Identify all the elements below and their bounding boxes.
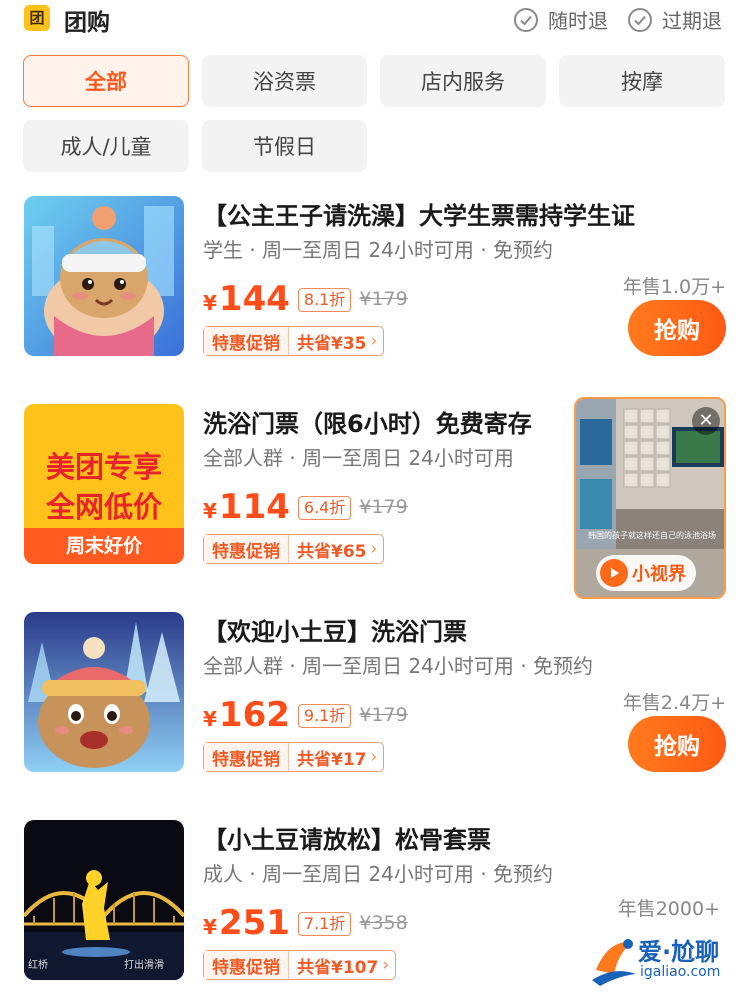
deal-price: 144 bbox=[218, 279, 290, 319]
deal-price: 162 bbox=[218, 695, 290, 735]
price-row: ¥ 251 7.1折 ¥358 bbox=[203, 906, 408, 941]
promo-savings: 共省¥65 bbox=[297, 541, 367, 562]
currency-symbol: ¥ bbox=[203, 915, 217, 939]
site-watermark: 爱·尬聊 igaliao.com bbox=[588, 928, 738, 990]
watermark-text: 爱·尬聊 bbox=[638, 938, 720, 966]
price-row: ¥ 114 6.4折 ¥179 bbox=[203, 490, 408, 525]
deal-card[interactable]: 【公主王子请洗澡】大学生票需持学生证 学生 · 周一至周日 24小时可用 · 免… bbox=[0, 196, 750, 386]
annual-sales: 年售1.0万+ bbox=[622, 276, 726, 298]
filter-chip-bath-ticket[interactable]: 浴资票 bbox=[202, 55, 367, 107]
watermark-logo-icon bbox=[592, 939, 636, 986]
currency-symbol: ¥ bbox=[203, 291, 217, 315]
filter-chip-massage[interactable]: 按摩 bbox=[559, 55, 725, 107]
deal-title[interactable]: 【小土豆请放松】松骨套票 bbox=[203, 820, 491, 855]
currency-symbol: ¥ bbox=[203, 499, 217, 523]
promo-label: 特惠促销 bbox=[204, 951, 289, 979]
deal-thumbnail-night-bridge[interactable]: 红桥 打出滑滑 bbox=[24, 820, 184, 980]
discount-badge: 7.1折 bbox=[297, 912, 352, 936]
promo-tag[interactable]: 特惠促销 共省¥17 › bbox=[203, 742, 385, 772]
deal-meta: 全部人群 · 周一至周日 24小时可用 · 免预约 bbox=[203, 654, 593, 678]
filter-chip-all[interactable]: 全部 bbox=[23, 55, 189, 107]
thumb-caption: 红桥 bbox=[28, 960, 48, 971]
original-price: ¥179 bbox=[359, 704, 408, 726]
promo-savings: 共省¥35 bbox=[297, 333, 367, 354]
buy-now-button[interactable]: 抢购 bbox=[628, 716, 726, 772]
original-price: ¥179 bbox=[359, 288, 408, 310]
promo-tag[interactable]: 特惠促销 共省¥107 › bbox=[203, 950, 397, 980]
original-price: ¥179 bbox=[359, 496, 408, 518]
promo-label: 特惠促销 bbox=[204, 743, 289, 771]
video-caption: 韩国的孩子就这样还自己的泳池浴场 bbox=[588, 531, 716, 540]
promo-label: 特惠促销 bbox=[204, 327, 289, 355]
price-row: ¥ 162 9.1折 ¥179 bbox=[203, 698, 408, 733]
promo-tag[interactable]: 特惠促销 共省¥35 › bbox=[203, 326, 385, 356]
discount-badge: 8.1折 bbox=[297, 288, 352, 312]
deal-thumbnail-promo-banner[interactable]: 美团专享 全网低价 周末好价 bbox=[24, 404, 184, 564]
thumb-line: 周末好价 bbox=[24, 528, 184, 564]
chevron-right-icon: › bbox=[370, 331, 378, 351]
deal-title[interactable]: 【公主王子请洗澡】大学生票需持学生证 bbox=[203, 196, 635, 231]
filter-chip-in-store-service[interactable]: 店内服务 bbox=[380, 55, 546, 107]
thumb-line: 美团专享 bbox=[45, 450, 162, 484]
thumb-line: 全网低价 bbox=[45, 490, 162, 524]
watermark-url: igaliao.com bbox=[640, 964, 721, 980]
deal-price: 114 bbox=[218, 487, 290, 527]
close-icon[interactable]: ✕ bbox=[692, 407, 720, 435]
deal-meta: 学生 · 周一至周日 24小时可用 · 免预约 bbox=[203, 238, 553, 262]
thumb-caption: 打出滑滑 bbox=[124, 960, 164, 971]
annual-sales: 年售2000+ bbox=[617, 898, 720, 920]
deal-meta: 全部人群 · 周一至周日 24小时可用 bbox=[203, 446, 514, 470]
chevron-right-icon: › bbox=[382, 955, 390, 975]
check-circle-icon bbox=[628, 7, 652, 32]
promo-savings: 共省¥107 bbox=[297, 957, 379, 978]
deal-title[interactable]: 洗浴门票（限6小时）免费寄存 bbox=[203, 404, 532, 439]
discount-badge: 9.1折 bbox=[297, 704, 352, 728]
promo-label: 特惠促销 bbox=[204, 535, 289, 563]
chevron-right-icon: › bbox=[370, 539, 378, 559]
deal-card[interactable]: 【欢迎小土豆】洗浴门票 全部人群 · 周一至周日 24小时可用 · 免预约 ¥ … bbox=[0, 612, 750, 802]
guarantee-refund-expired: 过期退 bbox=[628, 5, 722, 34]
guarantee-label: 过期退 bbox=[662, 9, 722, 33]
discount-badge: 6.4折 bbox=[297, 496, 352, 520]
deal-thumbnail-potato-mascot[interactable] bbox=[24, 196, 184, 356]
guarantee-refund-anytime: 随时退 bbox=[514, 5, 608, 34]
check-circle-icon bbox=[514, 7, 538, 32]
price-row: ¥ 144 8.1折 ¥179 bbox=[203, 282, 408, 317]
play-icon bbox=[600, 559, 628, 587]
deal-title[interactable]: 【欢迎小土豆】洗浴门票 bbox=[203, 612, 467, 647]
deal-price: 251 bbox=[218, 903, 290, 943]
promo-tag[interactable]: 特惠促销 共省¥65 › bbox=[203, 534, 385, 564]
annual-sales: 年售2.4万+ bbox=[622, 692, 726, 714]
group-buy-badge-icon: 团 bbox=[24, 5, 50, 31]
mini-video-badge[interactable]: 小视界 bbox=[596, 555, 696, 591]
promo-savings: 共省¥17 bbox=[297, 749, 367, 770]
filter-chip-holiday[interactable]: 节假日 bbox=[202, 120, 367, 172]
deal-thumbnail-potato-ice-castle[interactable] bbox=[24, 612, 184, 772]
buy-now-button[interactable]: 抢购 bbox=[628, 300, 726, 356]
deal-meta: 成人 · 周一至周日 24小时可用 · 免预约 bbox=[203, 862, 553, 886]
currency-symbol: ¥ bbox=[203, 707, 217, 731]
original-price: ¥358 bbox=[359, 912, 408, 934]
guarantee-label: 随时退 bbox=[548, 9, 608, 33]
section-title: 团购 bbox=[64, 10, 110, 36]
floating-video-player[interactable]: ✕ 韩国的孩子就这样还自己的泳池浴场 小视界 bbox=[574, 397, 726, 599]
mini-video-label: 小视界 bbox=[632, 564, 686, 585]
filter-chip-adult-child[interactable]: 成人/儿童 bbox=[23, 120, 189, 172]
section-header: 团 团购 随时退 过期退 bbox=[0, 0, 750, 40]
chevron-right-icon: › bbox=[370, 747, 378, 767]
